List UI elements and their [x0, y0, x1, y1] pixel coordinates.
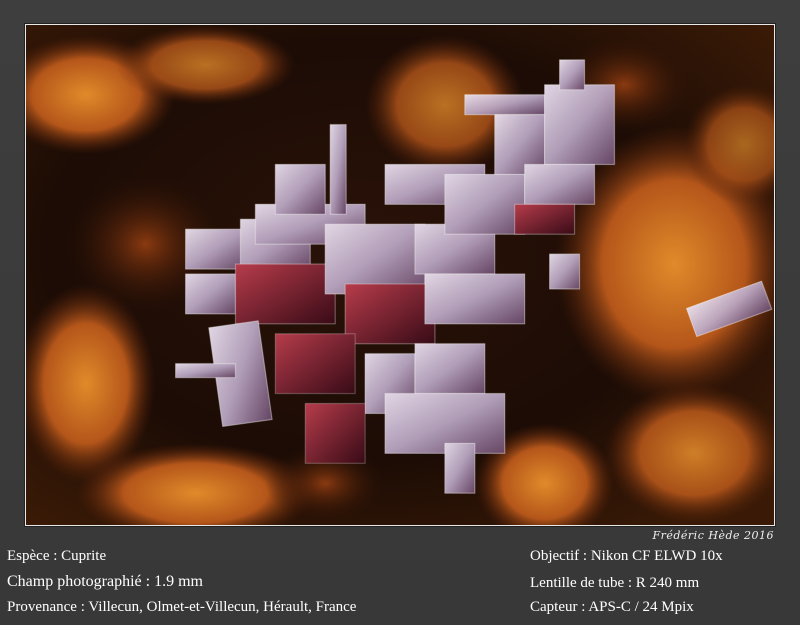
photographer-signature: Frédéric Hède 2016 [652, 529, 774, 542]
tube-lens-caption: Lentille de tube : R 240 mm [530, 575, 700, 591]
field-of-view-caption: Champ photographié : 1.9 mm [7, 573, 203, 590]
sensor-caption: Capteur : APS-C / 24 Mpix [530, 599, 694, 615]
cuprite-crystal-image [26, 25, 774, 525]
mineral-photo [25, 24, 775, 526]
page: Frédéric Hède 2016 Espèce : Cuprite Cham… [0, 0, 800, 625]
objective-caption: Objectif : Nikon CF ELWD 10x [530, 548, 723, 564]
species-caption: Espèce : Cuprite [7, 548, 107, 564]
provenance-caption: Provenance : Villecun, Olmet-et-Villecun… [7, 599, 357, 615]
